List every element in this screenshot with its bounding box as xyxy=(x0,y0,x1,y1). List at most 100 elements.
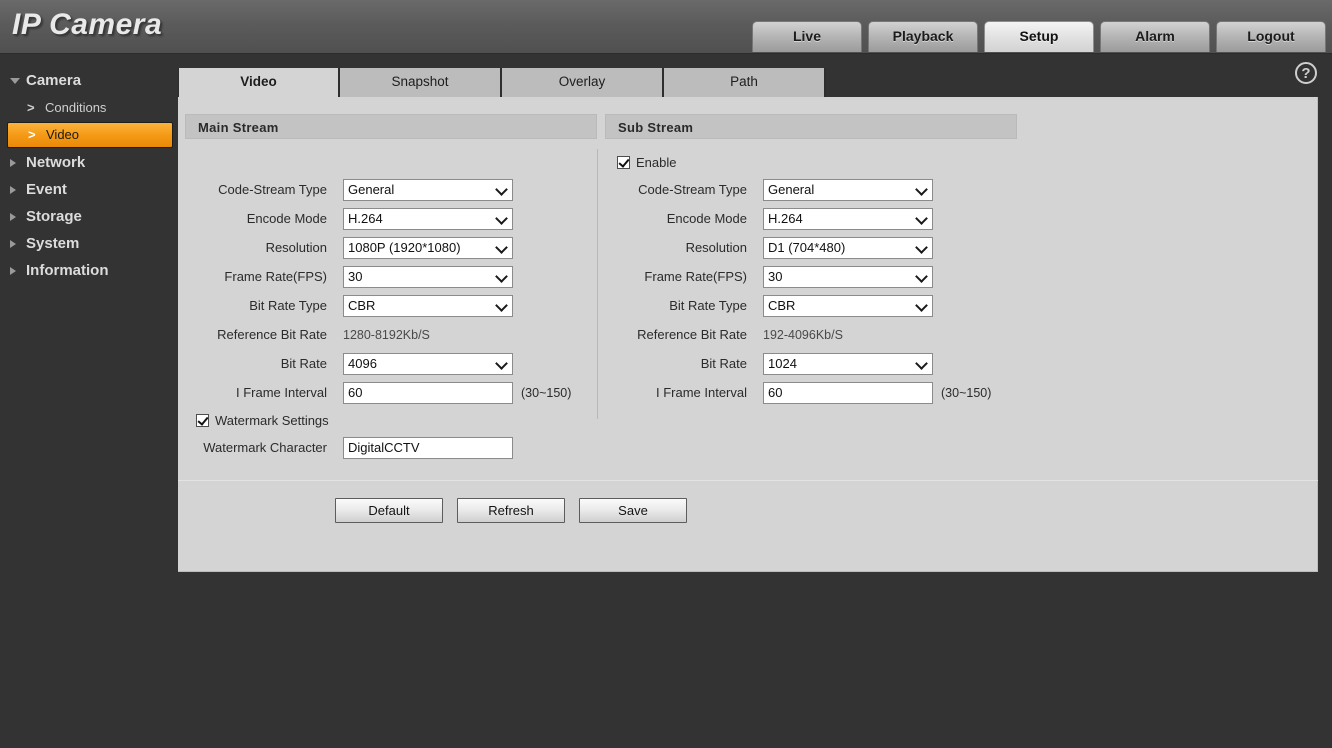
sub-bit-rate-type-row: Bit Rate Type CBRVBR xyxy=(605,291,1017,320)
tab-path[interactable]: Path xyxy=(664,68,826,97)
main-frame-rate-row: Frame Rate(FPS) 3025201510 xyxy=(185,262,597,291)
sidebar-group-camera[interactable]: Camera xyxy=(0,67,178,94)
column-divider xyxy=(597,149,598,419)
main-resolution-row: Resolution 1080P (1920*1080)720P (1280*7… xyxy=(185,233,597,262)
watermark-character-input[interactable] xyxy=(343,436,513,459)
sub-frame-rate-row: Frame Rate(FPS) 3025201510 xyxy=(605,262,1017,291)
main-bit-rate-select[interactable]: 1280153620483072409661448192 xyxy=(343,352,513,375)
main-frame-rate-select[interactable]: 3025201510 xyxy=(343,265,513,288)
sidebar-group-storage[interactable]: Storage xyxy=(0,203,178,230)
main-reference-bit-rate-row: Reference Bit Rate 1280-8192Kb/S xyxy=(185,320,597,349)
chevron-right-icon: > xyxy=(28,127,36,142)
sidebar-group-label: System xyxy=(26,235,80,252)
watermark-settings-checkbox[interactable] xyxy=(196,413,209,427)
sub-bit-rate-row: Bit Rate 192256384512768102420484096 xyxy=(605,349,1017,378)
sidebar-group-system[interactable]: System xyxy=(0,230,178,257)
sub-bit-rate-select[interactable]: 192256384512768102420484096 xyxy=(763,352,933,375)
sub-stream-form: Enable Code-Stream Type GeneralMotionAla… xyxy=(605,149,1017,407)
top-navigation: Live Playback Setup Alarm Logout xyxy=(752,21,1326,52)
sub-bit-rate-type-label: Bit Rate Type xyxy=(669,298,747,313)
setup-content-panel: Main Stream Sub Stream Code-Stream Type … xyxy=(178,97,1318,572)
top-nav-logout[interactable]: Logout xyxy=(1216,21,1326,52)
sidebar-group-network[interactable]: Network xyxy=(0,149,178,176)
brand-ip: IP xyxy=(12,8,41,41)
content-tabstrip: Video Snapshot Overlay Path xyxy=(178,68,826,97)
sidebar-group-label: Network xyxy=(26,154,86,171)
caret-right-icon xyxy=(10,212,16,221)
sidebar-item-video[interactable]: > Video xyxy=(7,122,173,148)
action-button-bar: Default Refresh Save xyxy=(335,498,687,523)
top-nav-setup[interactable]: Setup xyxy=(984,21,1094,52)
sub-stream-enable-checkbox[interactable] xyxy=(617,155,630,169)
sub-resolution-select[interactable]: D1 (704*480)CIF (352*240)720P (1280*720) xyxy=(763,236,933,259)
sidebar-group-information[interactable]: Information xyxy=(0,257,178,284)
sub-i-frame-interval-hint: (30~150) xyxy=(941,385,992,400)
tab-snapshot[interactable]: Snapshot xyxy=(340,68,502,97)
sidebar-group-label: Event xyxy=(26,181,67,198)
app-header: IP Camera Live Playback Setup Alarm Logout xyxy=(0,0,1332,54)
main-i-frame-interval-row: I Frame Interval (30~150) xyxy=(185,378,597,407)
sub-bit-rate-label: Bit Rate xyxy=(700,356,747,371)
top-nav-playback[interactable]: Playback xyxy=(868,21,978,52)
sub-bit-rate-type-select[interactable]: CBRVBR xyxy=(763,294,933,317)
main-watermark-settings-row[interactable]: Watermark Settings xyxy=(185,407,597,433)
main-encode-mode-select[interactable]: H.264H.264BH.264HMJPEGH.265 xyxy=(343,207,513,230)
main-resolution-label: Resolution xyxy=(265,240,327,255)
sidebar-group-label: Storage xyxy=(26,208,82,225)
sidebar-item-conditions[interactable]: > Conditions xyxy=(7,95,173,121)
main-bit-rate-row: Bit Rate 1280153620483072409661448192 xyxy=(185,349,597,378)
main-stream-section-header: Main Stream xyxy=(185,114,597,139)
sidebar-item-label: Conditions xyxy=(45,100,107,115)
main-resolution-select[interactable]: 1080P (1920*1080)720P (1280*720)D1 (704*… xyxy=(343,236,513,259)
main-watermark-character-row: Watermark Character xyxy=(185,433,597,462)
sidebar-group-event[interactable]: Event xyxy=(0,176,178,203)
main-bit-rate-type-label: Bit Rate Type xyxy=(249,298,327,313)
sub-resolution-row: Resolution D1 (704*480)CIF (352*240)720P… xyxy=(605,233,1017,262)
sub-code-stream-type-select[interactable]: GeneralMotionAlarm xyxy=(763,178,933,201)
main-bit-rate-type-select[interactable]: CBRVBR xyxy=(343,294,513,317)
sub-enable-row[interactable]: Enable xyxy=(605,149,1017,175)
top-nav-alarm[interactable]: Alarm xyxy=(1100,21,1210,52)
main-bit-rate-label: Bit Rate xyxy=(280,356,327,371)
main-code-stream-type-select[interactable]: GeneralMotionAlarm xyxy=(343,178,513,201)
default-button[interactable]: Default xyxy=(335,498,443,523)
main-encode-mode-row: Encode Mode H.264H.264BH.264HMJPEGH.265 xyxy=(185,204,597,233)
sub-i-frame-interval-row: I Frame Interval (30~150) xyxy=(605,378,1017,407)
help-icon[interactable]: ? xyxy=(1295,62,1317,84)
sub-reference-bit-rate-row: Reference Bit Rate 192-4096Kb/S xyxy=(605,320,1017,349)
sub-i-frame-interval-label: I Frame Interval xyxy=(655,385,747,400)
save-button[interactable]: Save xyxy=(579,498,687,523)
footer-divider xyxy=(178,480,1318,481)
caret-right-icon xyxy=(10,266,16,275)
brand-camera: Camera xyxy=(49,8,163,41)
sub-frame-rate-label: Frame Rate(FPS) xyxy=(644,269,747,284)
sub-i-frame-interval-input[interactable] xyxy=(763,381,933,404)
tab-video[interactable]: Video xyxy=(178,68,340,97)
sidebar-group-label: Camera xyxy=(26,72,82,89)
main-i-frame-interval-input[interactable] xyxy=(343,381,513,404)
main-i-frame-interval-label: I Frame Interval xyxy=(235,385,327,400)
sub-frame-rate-select[interactable]: 3025201510 xyxy=(763,265,933,288)
refresh-button[interactable]: Refresh xyxy=(457,498,565,523)
top-nav-live[interactable]: Live xyxy=(752,21,862,52)
main-code-stream-type-label: Code-Stream Type xyxy=(218,182,327,197)
tab-overlay[interactable]: Overlay xyxy=(502,68,664,97)
chevron-right-icon: > xyxy=(27,100,35,115)
app-logo: IP Camera xyxy=(12,8,162,42)
sub-encode-mode-label: Encode Mode xyxy=(666,211,747,226)
sidebar-group-label: Information xyxy=(26,262,109,279)
sidebar-item-label: Video xyxy=(46,127,80,142)
caret-down-icon xyxy=(10,77,20,84)
caret-right-icon xyxy=(10,239,16,248)
sub-code-stream-type-row: Code-Stream Type GeneralMotionAlarm xyxy=(605,175,1017,204)
main-encode-mode-label: Encode Mode xyxy=(246,211,327,226)
sub-reference-bit-rate-label: Reference Bit Rate xyxy=(637,327,747,342)
sub-stream-section-header: Sub Stream xyxy=(605,114,1017,139)
sub-encode-mode-select[interactable]: H.264H.264BH.264HMJPEGH.265 xyxy=(763,207,933,230)
main-watermark-character-label: Watermark Character xyxy=(203,440,327,455)
sub-resolution-label: Resolution xyxy=(685,240,747,255)
caret-right-icon xyxy=(10,158,16,167)
sub-encode-mode-row: Encode Mode H.264H.264BH.264HMJPEGH.265 xyxy=(605,204,1017,233)
sub-reference-bit-rate-value: 192-4096Kb/S xyxy=(763,327,843,342)
sidebar-navigation: Camera > Conditions > Video Network Event Stora… xyxy=(0,55,178,748)
